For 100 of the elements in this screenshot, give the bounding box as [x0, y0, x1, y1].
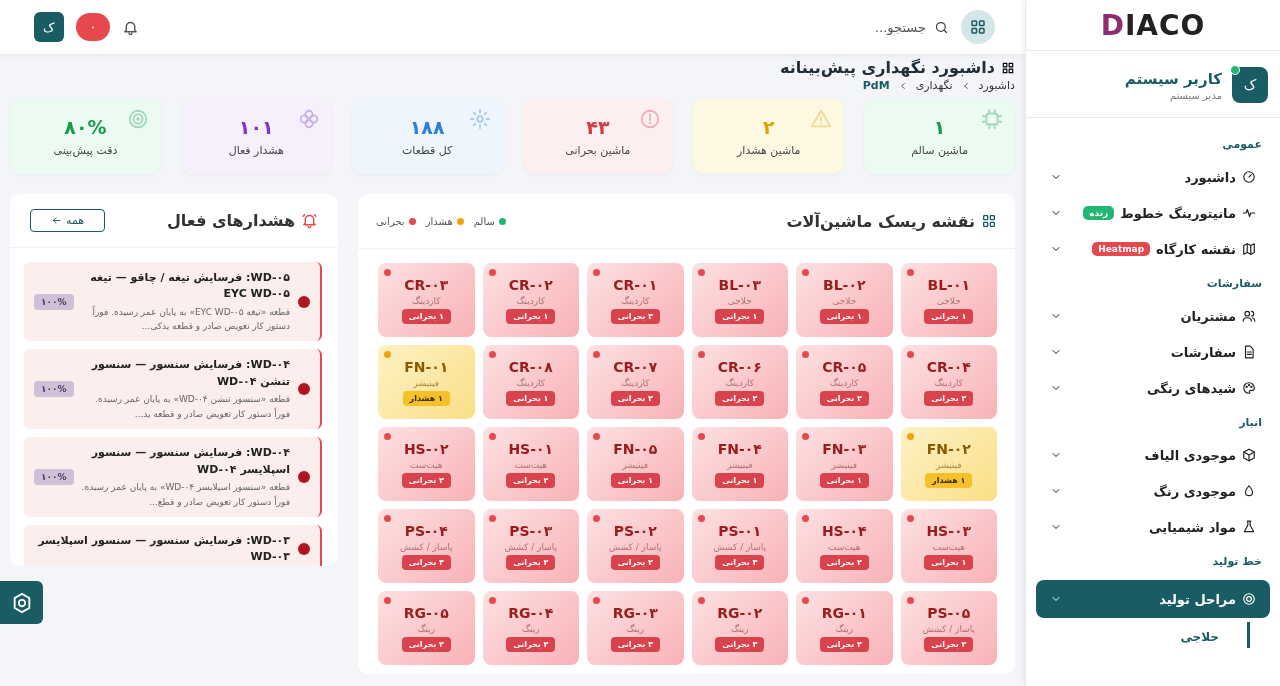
machine-card[interactable]: HS-۰۴ هیت‌ست ۲ بحرانی: [796, 509, 893, 583]
machine-type: حلاجی: [727, 295, 752, 306]
machine-card[interactable]: FN-۰۳ فینیشر ۱ بحرانی: [796, 427, 893, 501]
machine-type: رینگ: [521, 623, 540, 634]
machine-type: کاردینگ: [516, 295, 546, 306]
stat-label: دقت پیش‌بینی: [53, 143, 118, 157]
alert-card[interactable]: WD-۰۴: فرسایش سنسور — سنسور تنشن WD-۰۴ قطعه «سنسور تنشن WD-۰۴» به پایان عمر رسیده. فوراً دستور کار تعویض صادر و قطعه ید... ۱۰۰%: [24, 349, 322, 430]
user-avatar[interactable]: ک: [34, 12, 64, 42]
status-badge: ۳ بحرانی: [715, 554, 765, 570]
status-badge: ۱ بحرانی: [401, 308, 451, 324]
machine-type: هیت‌ست: [932, 541, 966, 552]
alert-card[interactable]: WD-۰۵: فرسایش تیغه / چاقو — تیغه EYC WD-۰۵ قطعه «تیغه EYC WD-۰۵» به پایان عمر رسیده. فوراً دستور کار تعویض صادر و قطعه یدکی... ۱۰۰%: [24, 261, 322, 342]
machine-id: BL-۰۱: [927, 276, 970, 293]
machine-type: فینیشر: [413, 377, 439, 388]
gauge-icon: [1242, 170, 1256, 184]
score-badge: ۱۰۰%: [34, 381, 74, 398]
nav-item[interactable]: شیدهای رنگی: [1036, 370, 1270, 406]
nav-item[interactable]: سفارشات: [1036, 334, 1270, 370]
apps-button[interactable]: [961, 10, 995, 44]
machine-card[interactable]: HS-۰۳ هیت‌ست ۱ بحرانی: [900, 509, 997, 583]
notification-count[interactable]: ۰: [76, 13, 110, 41]
stat-label: ماشین بحرانی: [565, 143, 631, 157]
stat-label: هشدار فعال: [228, 143, 284, 157]
machine-type: پاساز / کشش: [713, 541, 766, 552]
settings-button[interactable]: [0, 581, 43, 624]
machine-card[interactable]: RG-۰۲ رینگ ۳ بحرانی: [691, 591, 788, 665]
status-badge: ۲ بحرانی: [924, 636, 974, 652]
machine-card[interactable]: BL-۰۱ حلاجی ۱ بحرانی: [900, 263, 997, 337]
nav-item[interactable]: موجودی الیاف: [1036, 437, 1270, 473]
status-dot: [593, 597, 600, 604]
machine-card[interactable]: PS-۰۱ پاساز / کشش ۳ بحرانی: [691, 509, 788, 583]
status-dot: [906, 433, 914, 440]
status-dot: [384, 433, 391, 440]
status-badge: ۱ بحرانی: [715, 472, 765, 488]
status-badge: ۲ بحرانی: [610, 554, 660, 570]
status-badge: ۲ بحرانی: [924, 390, 974, 406]
status-dot: [593, 351, 600, 358]
nav-item[interactable]: موجودی رنگ: [1036, 473, 1270, 509]
machine-card[interactable]: CR-۰۵ کاردینگ ۲ بحرانی: [796, 345, 893, 419]
status-badge: ۱ بحرانی: [506, 390, 556, 406]
machine-card[interactable]: RG-۰۱ رینگ ۲ بحرانی: [796, 591, 893, 665]
severity-dot: [298, 383, 310, 396]
machine-type: فینیشر: [727, 459, 753, 470]
machine-card[interactable]: CR-۰۸ کاردینگ ۱ بحرانی: [482, 345, 579, 419]
machine-id: BL-۰۲: [823, 276, 866, 293]
machine-card[interactable]: CR-۰۷ کاردینگ ۲ بحرانی: [587, 345, 684, 419]
machine-type: کاردینگ: [725, 377, 755, 388]
users-icon: [1242, 309, 1256, 323]
machine-card[interactable]: FN-۰۱ فینیشر ۱ هشدار: [378, 345, 475, 419]
machine-card[interactable]: CR-۰۲ کاردینگ ۱ بحرانی: [482, 263, 579, 337]
user-role: مدیر سیستم: [1168, 89, 1222, 101]
breadcrumb-item[interactable]: داشبورد: [978, 79, 1015, 92]
machine-card[interactable]: CR-۰۶ کاردینگ ۲ بحرانی: [691, 345, 788, 419]
machine-id: RG-۰۲: [717, 604, 763, 621]
status-dot: [488, 597, 496, 604]
status-dot: [906, 515, 914, 522]
machine-type: رینگ: [417, 623, 436, 634]
status-dot: [384, 515, 391, 522]
nav-section-title: انبار: [1237, 415, 1263, 431]
machine-id: PS-۰۳: [509, 522, 553, 539]
nav-subitem[interactable]: حلاجی: [1036, 622, 1250, 648]
machine-card[interactable]: FN-۰۵ فینیشر ۱ بحرانی: [587, 427, 684, 501]
machine-card[interactable]: FN-۰۲ فینیشر ۱ هشدار: [900, 427, 997, 501]
nav-item[interactable]: مانیتورینگ خطوط زنده: [1036, 195, 1270, 231]
machine-card[interactable]: FN-۰۴ فینیشر ۱ بحرانی: [691, 427, 788, 501]
status-dot: [802, 433, 809, 440]
machine-type: حلاجی: [832, 295, 857, 306]
search-field[interactable]: جستجو...: [804, 18, 928, 36]
machine-id: HS-۰۳: [926, 522, 972, 539]
nav-item[interactable]: داشبورد: [1036, 159, 1270, 195]
machine-card[interactable]: BL-۰۳ حلاجی ۱ بحرانی: [691, 263, 788, 337]
breadcrumb-item[interactable]: نگهداری: [915, 79, 953, 92]
view-all-button[interactable]: همه: [30, 208, 106, 232]
machine-card[interactable]: BL-۰۲ حلاجی ۱ بحرانی: [796, 263, 893, 337]
machine-card[interactable]: PS-۰۵ پاساز / کشش ۲ بحرانی: [900, 591, 997, 665]
machine-card[interactable]: RG-۰۴ رینگ ۲ بحرانی: [482, 591, 579, 665]
nav-section-title: خط تولید: [1211, 554, 1263, 570]
machine-card[interactable]: RG-۰۵ رینگ ۲ بحرانی: [378, 591, 475, 665]
alert-card[interactable]: WD-۰۳: فرسایش سنسور — سنسور اسپلایسر WD-۰۳: [24, 524, 322, 566]
machine-card[interactable]: HS-۰۱ هیت‌ست ۲ بحرانی: [482, 427, 579, 501]
machine-card[interactable]: PS-۰۳ پاساز / کشش ۲ بحرانی: [482, 509, 579, 583]
status-badge: ۱ بحرانی: [924, 308, 974, 324]
machine-card[interactable]: HS-۰۲ هیت‌ست ۲ بحرانی: [378, 427, 475, 501]
status-badge: ۱ بحرانی: [819, 472, 869, 488]
machine-card[interactable]: CR-۰۳ کاردینگ ۱ بحرانی: [378, 263, 475, 337]
machine-card[interactable]: CR-۰۱ کاردینگ ۳ بحرانی: [587, 263, 684, 337]
status-badge: ۲ بحرانی: [506, 554, 556, 570]
nav-item[interactable]: مواد شیمیایی: [1036, 509, 1270, 545]
grid-icon: [969, 18, 987, 36]
machine-card[interactable]: RG-۰۳ رینگ ۳ بحرانی: [587, 591, 684, 665]
alert-description: قطعه «سنسور اسپلایسر WD-۰۴» به پایان عمر رسیده. فوراً دستور کار تعویض صادر و قطع...: [81, 481, 290, 509]
machine-card[interactable]: PS-۰۴ پاساز / کشش ۳ بحرانی: [378, 509, 475, 583]
nav-item[interactable]: مشتریان: [1036, 298, 1270, 334]
machine-card[interactable]: CR-۰۴ کاردینگ ۲ بحرانی: [900, 345, 997, 419]
severity-dot: [298, 471, 310, 484]
machine-type: پاساز / کشش: [922, 623, 975, 634]
nav-item[interactable]: مراحل تولید: [1036, 580, 1270, 618]
alert-card[interactable]: WD-۰۴: فرسایش سنسور — سنسور اسپلایسر WD-۰۴ قطعه «سنسور اسپلایسر WD-۰۴» به پایان عمر رسیده. فوراً دستور کار تعویض صادر و قطع... ۱۰۰%: [24, 437, 322, 517]
status-dot: [488, 351, 496, 358]
machine-card[interactable]: PS-۰۲ پاساز / کشش ۲ بحرانی: [587, 509, 684, 583]
